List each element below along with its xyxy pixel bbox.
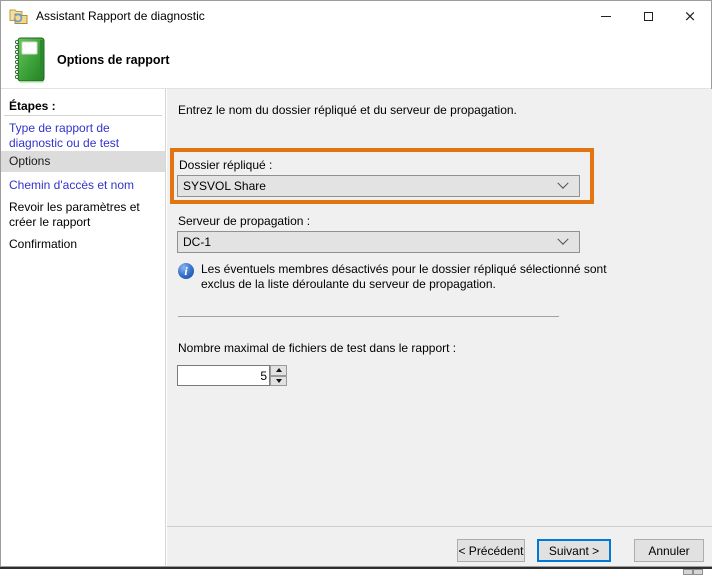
propagation-server-label: Serveur de propagation : (178, 214, 310, 228)
previous-button[interactable]: < Précédent (457, 539, 525, 562)
replicated-folder-select[interactable]: SYSVOL Share (177, 175, 580, 197)
sidebar-item-confirmation: Confirmation (9, 237, 161, 252)
steps-heading: Étapes : (9, 99, 56, 113)
info-note: Les éventuels membres désactivés pour le… (201, 262, 671, 292)
propagation-server-value: DC-1 (178, 235, 559, 249)
title-bar: Assistant Rapport de diagnostic × (1, 1, 711, 31)
max-test-files-label: Nombre maximal de fichiers de test dans … (178, 341, 456, 355)
wizard-header: Options de rapport (1, 31, 711, 89)
page-title: Options de rapport (57, 31, 170, 89)
minimize-button[interactable] (585, 1, 627, 31)
section-divider (178, 316, 559, 317)
max-test-files-input[interactable] (178, 366, 269, 385)
max-test-files-input-wrap (177, 365, 270, 386)
chevron-down-icon (557, 234, 568, 245)
close-icon: × (684, 9, 697, 24)
info-icon: i (178, 263, 194, 279)
minimize-icon (601, 16, 611, 17)
spin-down-button[interactable] (270, 376, 287, 387)
desktop-artifact (683, 569, 703, 575)
maximize-icon (644, 12, 653, 21)
propagation-server-select[interactable]: DC-1 (177, 231, 580, 253)
info-note-line2: exclus de la liste déroulante du serveur… (201, 277, 496, 291)
window-bottom-edge (0, 567, 712, 569)
window-title: Assistant Rapport de diagnostic (36, 9, 205, 23)
close-button[interactable]: × (669, 1, 711, 31)
footer-divider (167, 526, 712, 527)
cancel-button[interactable]: Annuler (634, 539, 704, 562)
sidebar-item-chemin-acces[interactable]: Chemin d'accès et nom (9, 178, 161, 193)
sidebar-item-options: Options (9, 154, 161, 169)
replicated-folder-label: Dossier répliqué : (179, 158, 272, 172)
sidebar-item-type-de-rapport[interactable]: Type de rapport de diagnostic ou de test (9, 121, 161, 151)
info-note-line1: Les éventuels membres désactivés pour le… (201, 262, 607, 276)
dfs-replication-folders-icon (9, 7, 29, 25)
next-button[interactable]: Suivant > (537, 539, 611, 562)
spin-up-button[interactable] (270, 365, 287, 376)
sidebar-item-revoir-parametres: Revoir les paramètres et créer le rappor… (9, 200, 161, 230)
spin-down-icon (276, 379, 282, 383)
chevron-down-icon (557, 178, 568, 189)
wizard-window: Assistant Rapport de diagnostic × (0, 0, 712, 567)
intro-text: Entrez le nom du dossier répliqué et du … (178, 103, 517, 117)
spin-up-icon (276, 368, 282, 372)
max-test-files-spinner (270, 365, 287, 386)
steps-divider (4, 115, 162, 116)
main-panel: Entrez le nom du dossier répliqué et du … (167, 89, 712, 566)
steps-sidebar: Étapes : Type de rapport de diagnostic o… (1, 89, 166, 566)
green-notebook-icon (10, 36, 48, 84)
replicated-folder-value: SYSVOL Share (178, 179, 559, 193)
maximize-button[interactable] (627, 1, 669, 31)
